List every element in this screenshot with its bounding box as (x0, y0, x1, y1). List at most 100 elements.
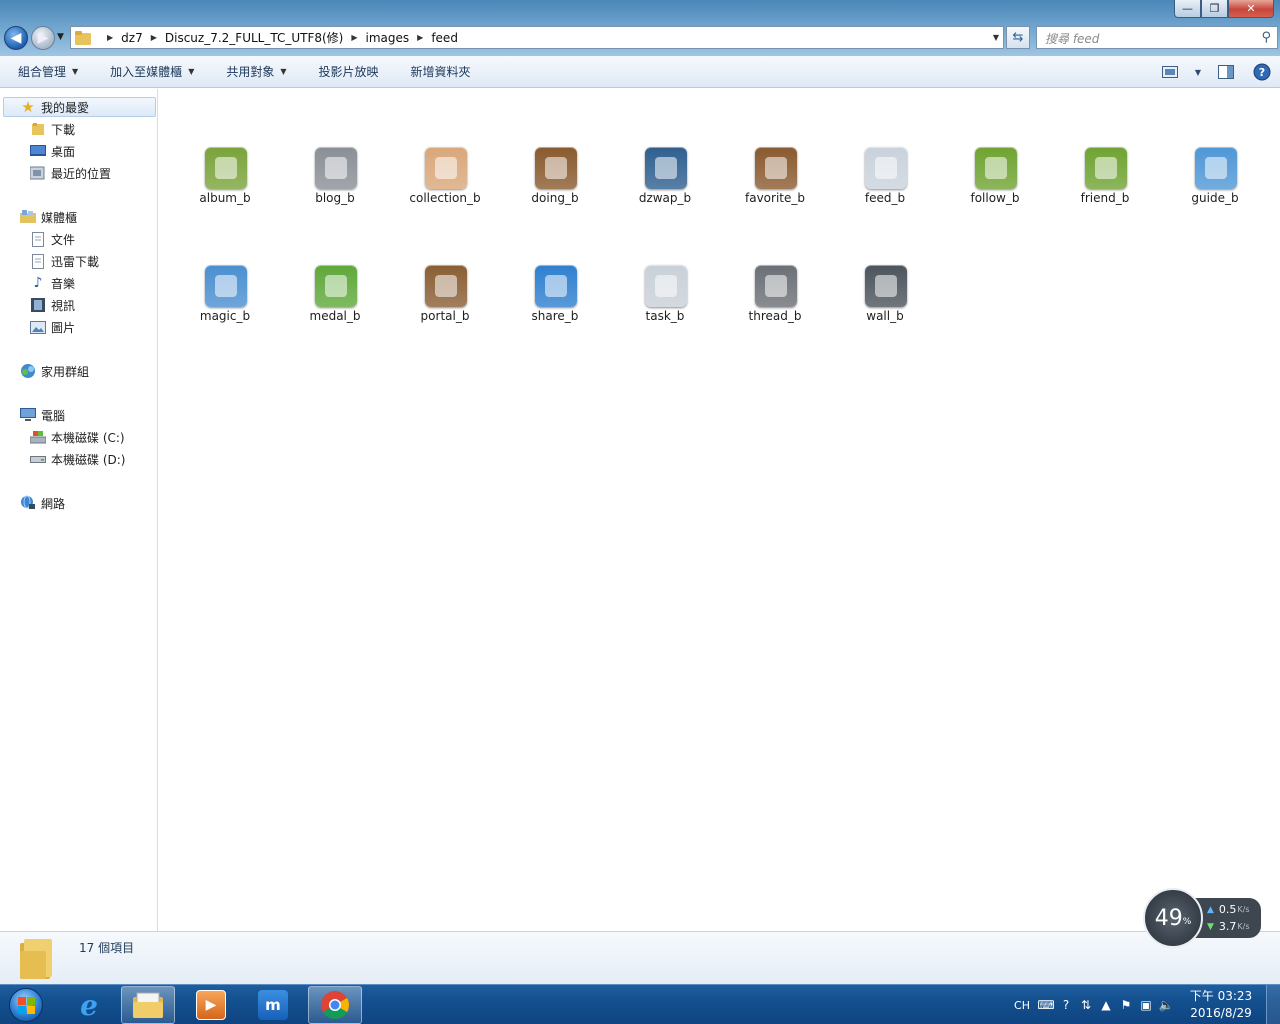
show-desktop-button[interactable] (1266, 985, 1280, 1024)
taskbar-file-explorer[interactable] (121, 986, 175, 1024)
chevron-right-icon[interactable]: ▶ (417, 33, 423, 42)
input-method-icon[interactable]: ⇅ (1076, 998, 1096, 1012)
file-item[interactable]: thread_b (721, 265, 829, 351)
view-options-button[interactable]: ▼ (1188, 56, 1208, 88)
file-item[interactable]: friend_b (1051, 147, 1159, 233)
breadcrumb-dz7[interactable]: dz7 (121, 31, 143, 45)
system-drive-icon (30, 429, 46, 445)
nav-downloads[interactable]: 下載 (30, 119, 75, 139)
nav-drive-c[interactable]: 本機磁碟 (C:) (30, 427, 125, 447)
file-item[interactable]: collection_b (391, 147, 499, 233)
include-library-button[interactable]: 加入至媒體櫃 ▼ (92, 63, 208, 80)
file-item[interactable]: share_b (501, 265, 609, 351)
image-file-icon (865, 147, 907, 189)
chevron-down-icon: ▼ (188, 67, 195, 76)
action-center-flag-icon[interactable]: ⚑ (1116, 998, 1136, 1012)
chevron-right-icon[interactable]: ▶ (107, 33, 113, 42)
chevron-down-icon[interactable]: ▼ (993, 33, 999, 42)
taskbar-chrome[interactable] (308, 986, 362, 1024)
nav-computer[interactable]: 電腦 (20, 405, 65, 425)
network-icon (20, 495, 36, 511)
help-icon[interactable]: ? (1056, 998, 1076, 1012)
nav-pictures[interactable]: 圖片 (30, 317, 75, 337)
volume-icon[interactable]: 🔈 (1156, 998, 1176, 1012)
share-with-label: 共用對象 (226, 65, 275, 79)
image-file-icon (205, 265, 247, 307)
file-item[interactable]: blog_b (281, 147, 389, 233)
nav-recent[interactable]: 最近的位置 (30, 163, 111, 183)
svg-text:?: ? (1259, 66, 1265, 79)
file-item[interactable]: wall_b (831, 265, 939, 351)
homegroup-icon (20, 363, 36, 379)
recent-pages-button[interactable]: ▼ (57, 32, 64, 42)
file-item[interactable]: task_b (611, 265, 719, 351)
file-item[interactable]: dzwap_b (611, 147, 719, 233)
taskbar-media-player[interactable]: ▶ (184, 986, 238, 1024)
view-controls: ▼ ? (1152, 56, 1280, 88)
network-status-icon[interactable]: ▣ (1136, 998, 1156, 1012)
file-item[interactable]: follow_b (941, 147, 1049, 233)
thumbnail-glyph (765, 157, 787, 179)
start-button[interactable] (2, 985, 50, 1024)
file-item[interactable]: favorite_b (721, 147, 829, 233)
keyboard-icon[interactable]: ⌨ (1036, 998, 1056, 1012)
breadcrumb-images[interactable]: images (366, 31, 410, 45)
maximize-button[interactable]: ❐ (1201, 0, 1228, 18)
breadcrumb-feed[interactable]: feed (431, 31, 458, 45)
file-name: guide_b (1191, 191, 1239, 205)
media-player-icon: ▶ (196, 990, 226, 1020)
file-name: friend_b (1080, 191, 1130, 205)
nav-music[interactable]: ♪ 音樂 (30, 273, 75, 293)
slideshow-button[interactable]: 投影片放映 (301, 63, 393, 80)
nav-network[interactable]: 網路 (20, 493, 65, 513)
file-item[interactable]: feed_b (831, 147, 939, 233)
nav-homegroup[interactable]: 家用群組 (20, 361, 89, 381)
cpu-usage-gauge: 49% (1143, 888, 1203, 948)
new-folder-button[interactable]: 新增資料夾 (393, 63, 485, 80)
title-bar: — ❐ ✕ ◀ ▶ ▼ ▶ dz7 ▶ Discuz_7.2_FULL_TC_U… (0, 0, 1280, 56)
forward-button[interactable]: ▶ (31, 26, 55, 50)
back-button[interactable]: ◀ (4, 26, 28, 50)
show-hidden-icons-icon[interactable]: ▲ (1096, 998, 1116, 1012)
help-button[interactable]: ? (1244, 56, 1280, 88)
nav-desktop[interactable]: 桌面 (30, 141, 75, 161)
close-button[interactable]: ✕ (1228, 0, 1274, 18)
taskbar-internet-explorer[interactable]: e (62, 986, 116, 1024)
file-item[interactable]: portal_b (391, 265, 499, 351)
taskbar: e ▶ m CH ⌨ ? ⇅ ▲ ⚑ ▣ 🔈 下午 03:23 2016/8/2… (0, 984, 1280, 1024)
nav-drive-d[interactable]: 本機磁碟 (D:) (30, 449, 125, 469)
change-view-button[interactable] (1152, 56, 1188, 88)
preview-pane-button[interactable] (1208, 56, 1244, 88)
details-pane: 17 個項目 (0, 931, 1280, 984)
thumbnail-glyph (875, 157, 897, 179)
language-indicator[interactable]: CH (1014, 999, 1030, 1012)
chevron-right-icon[interactable]: ▶ (151, 33, 157, 42)
item-count: 17 個項目 (79, 941, 135, 955)
file-item[interactable]: guide_b (1161, 147, 1269, 233)
nav-documents[interactable]: 文件 (30, 229, 75, 249)
nav-favorites[interactable]: ★ 我的最愛 (3, 97, 156, 117)
minimize-button[interactable]: — (1174, 0, 1201, 18)
image-file-icon (315, 147, 357, 189)
refresh-button[interactable]: ⇆ (1006, 26, 1030, 49)
address-bar[interactable]: ▶ dz7 ▶ Discuz_7.2_FULL_TC_UTF8(修) ▶ ima… (70, 26, 1004, 49)
taskbar-maxthon[interactable]: m (246, 986, 300, 1024)
clock[interactable]: 下午 03:23 2016/8/29 (1180, 988, 1262, 1022)
nav-thunder-downloads[interactable]: 迅雷下載 (30, 251, 99, 271)
preview-pane-icon (1218, 65, 1234, 79)
network-speed-widget[interactable]: ▲ 0.5 K/s ▼ 3.7 K/s 49% (1143, 888, 1263, 950)
file-item[interactable]: doing_b (501, 147, 609, 233)
windows-logo-icon (9, 988, 43, 1022)
search-icon[interactable]: ⚲ (1261, 30, 1271, 45)
breadcrumb-discuz[interactable]: Discuz_7.2_FULL_TC_UTF8(修) (165, 29, 344, 46)
file-item[interactable]: magic_b (171, 265, 279, 351)
organize-button[interactable]: 組合管理 ▼ (0, 63, 92, 80)
nav-videos[interactable]: 視訊 (30, 295, 75, 315)
file-item[interactable]: medal_b (281, 265, 389, 351)
chevron-right-icon[interactable]: ▶ (351, 33, 357, 42)
share-with-button[interactable]: 共用對象 ▼ (208, 63, 300, 80)
refresh-icon: ⇆ (1012, 30, 1024, 45)
nav-libraries[interactable]: 媒體櫃 (20, 207, 77, 227)
search-input[interactable]: 搜尋 feed ⚲ (1036, 26, 1278, 49)
file-item[interactable]: album_b (171, 147, 279, 233)
